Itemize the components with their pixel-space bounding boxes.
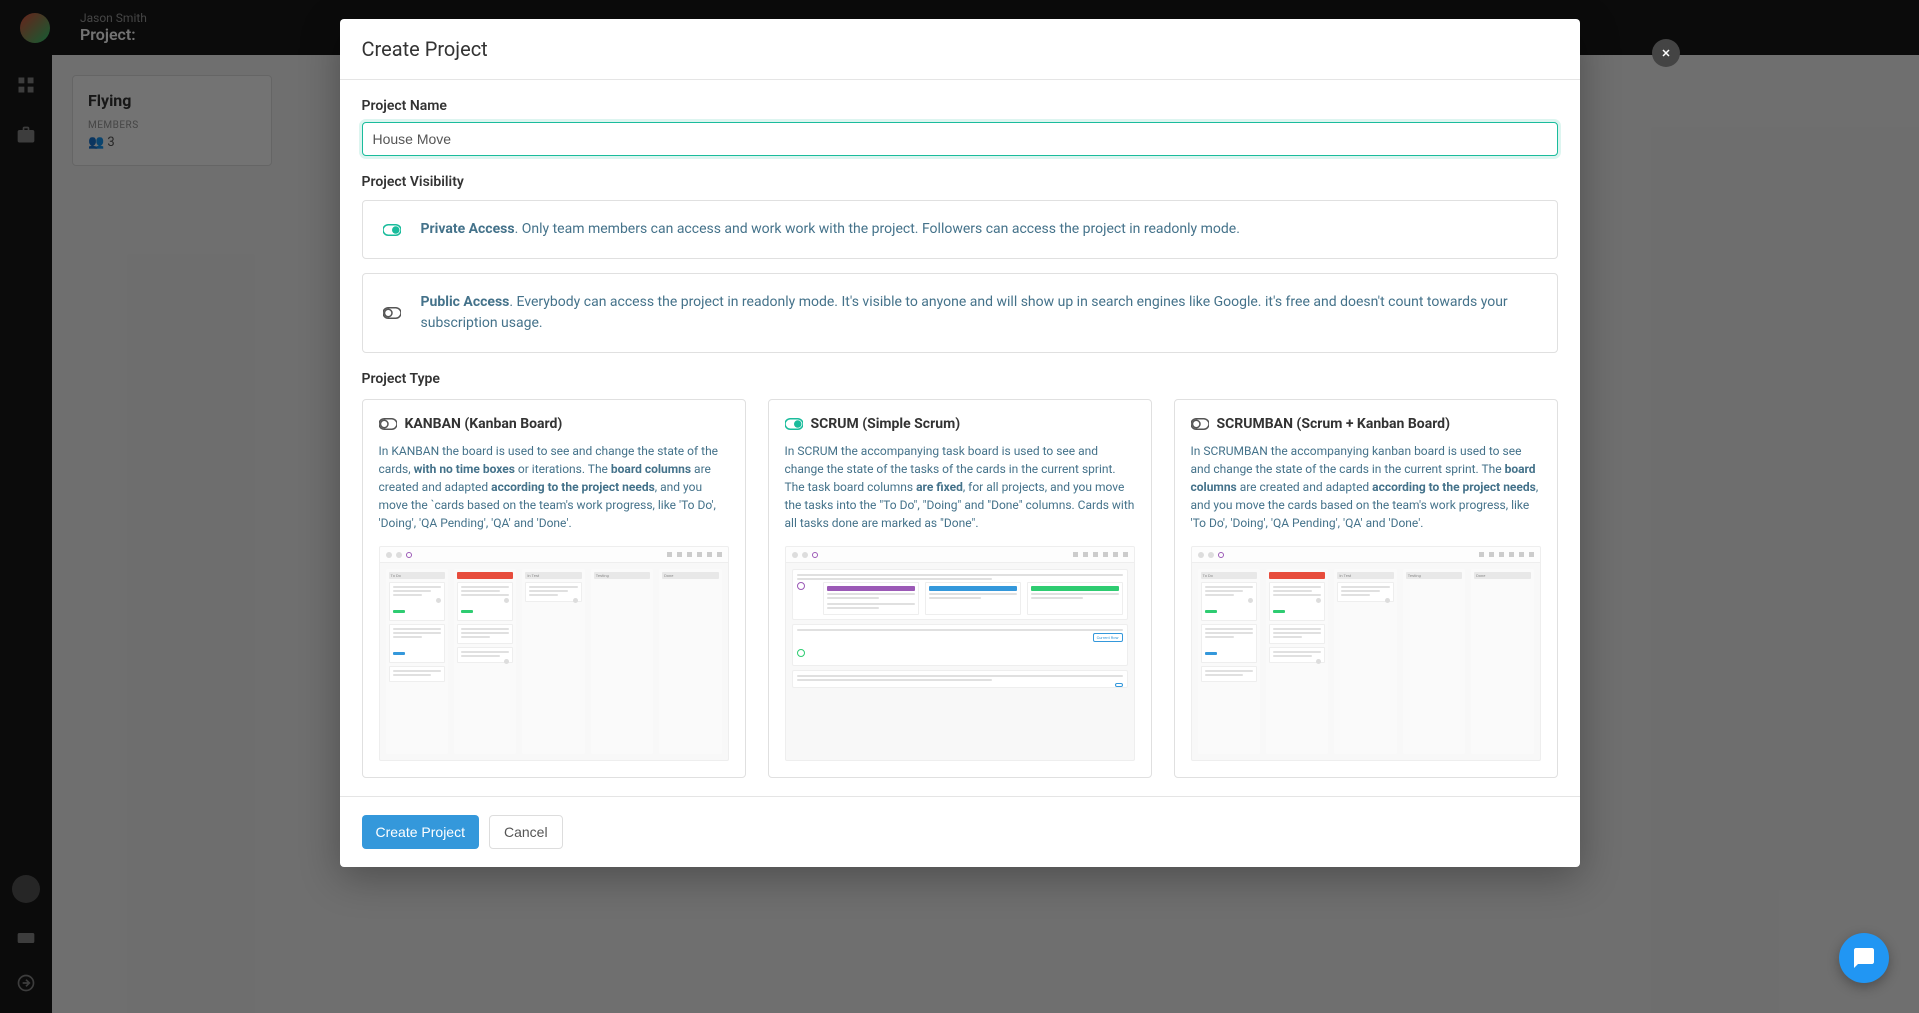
chat-fab-button[interactable] <box>1839 933 1889 983</box>
scrumban-title: SCRUMBAN (Scrum + Kanban Board) <box>1217 416 1450 432</box>
project-name-input[interactable] <box>362 122 1558 156</box>
toggle-on-icon <box>785 418 803 430</box>
public-access-option[interactable]: Public Access. Everybody can access the … <box>362 273 1558 353</box>
project-types: KANBAN (Kanban Board) In KANBAN the boar… <box>362 399 1558 778</box>
modal-header: Create Project <box>340 19 1580 80</box>
chat-icon <box>1852 946 1876 970</box>
kanban-description: In KANBAN the board is used to see and c… <box>379 442 729 532</box>
close-button[interactable] <box>1652 39 1680 67</box>
kanban-preview: To Do In Test Testing Done <box>379 546 729 761</box>
scrum-title: SCRUM (Simple Scrum) <box>811 416 961 432</box>
cancel-button[interactable]: Cancel <box>489 815 563 849</box>
modal-body: Project Name Project Visibility Private … <box>340 80 1580 796</box>
private-access-option[interactable]: Private Access. Only team members can ac… <box>362 200 1558 259</box>
visibility-label: Project Visibility <box>362 174 1558 190</box>
scrum-description: In SCRUM the accompanying task board is … <box>785 442 1135 532</box>
kanban-title: KANBAN (Kanban Board) <box>405 416 563 432</box>
project-name-label: Project Name <box>362 98 1558 114</box>
toggle-off-icon <box>379 418 397 430</box>
scrumban-description: In SCRUMBAN the accompanying kanban boar… <box>1191 442 1541 532</box>
create-project-modal: Create Project Project Name Project Visi… <box>340 19 1580 867</box>
project-type-label: Project Type <box>362 371 1558 387</box>
private-access-text: Private Access. Only team members can ac… <box>421 219 1240 240</box>
toggle-on-icon <box>383 224 401 236</box>
type-card-scrumban[interactable]: SCRUMBAN (Scrum + Kanban Board) In SCRUM… <box>1174 399 1558 778</box>
public-access-text: Public Access. Everybody can access the … <box>421 292 1537 334</box>
close-icon <box>1660 47 1672 59</box>
modal-footer: Create Project Cancel <box>340 796 1580 867</box>
scrumban-preview: To Do In Test Testing Done <box>1191 546 1541 761</box>
type-card-kanban[interactable]: KANBAN (Kanban Board) In KANBAN the boar… <box>362 399 746 778</box>
scrum-preview: Current Row <box>785 546 1135 761</box>
modal-title: Create Project <box>362 37 1558 61</box>
toggle-off-icon <box>383 307 401 319</box>
toggle-off-icon <box>1191 418 1209 430</box>
type-card-scrum[interactable]: SCRUM (Simple Scrum) In SCRUM the accomp… <box>768 399 1152 778</box>
create-project-button[interactable]: Create Project <box>362 815 479 849</box>
